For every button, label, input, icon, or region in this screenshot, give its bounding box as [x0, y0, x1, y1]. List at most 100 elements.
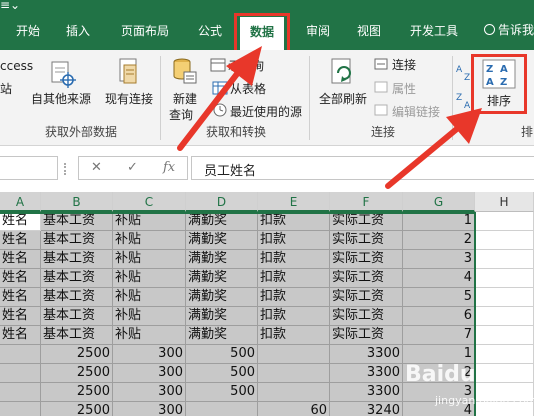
cell-f-1[interactable]: 实际工资: [330, 212, 403, 231]
cell-d-8[interactable]: 500: [186, 345, 258, 364]
cell-b-6[interactable]: 基本工资: [41, 307, 113, 326]
properties-button[interactable]: 属性: [392, 80, 416, 97]
recent-sources-button[interactable]: 最近使用的源: [230, 103, 302, 120]
tab-view[interactable]: 视图: [357, 22, 381, 39]
cell-a-5[interactable]: 姓名: [0, 288, 41, 307]
cell-b-7[interactable]: 基本工资: [41, 326, 113, 345]
cell-c-8[interactable]: 300: [113, 345, 186, 364]
cell-d-5[interactable]: 满勤奖: [186, 288, 258, 307]
cell-g-6[interactable]: 6: [403, 307, 475, 326]
cell-h-6[interactable]: [475, 307, 534, 326]
new-query-button[interactable]: 新建: [173, 90, 197, 107]
tab-developer[interactable]: 开发工具: [410, 22, 458, 39]
cell-h-3[interactable]: [475, 250, 534, 269]
cell-d-7[interactable]: 满勤奖: [186, 326, 258, 345]
cell-b-1[interactable]: 基本工资: [41, 212, 113, 231]
cell-d-10[interactable]: 500: [186, 383, 258, 402]
edit-links-button[interactable]: 编辑链接: [392, 103, 440, 120]
name-box[interactable]: [0, 156, 58, 180]
insert-function-icon[interactable]: fx: [163, 160, 175, 175]
cell-g-7[interactable]: 7: [403, 326, 475, 345]
cancel-icon[interactable]: ✕: [91, 160, 102, 175]
column-header-h[interactable]: H: [475, 192, 534, 212]
tab-formulas[interactable]: 公式: [198, 22, 222, 39]
column-header-a[interactable]: A: [0, 192, 41, 212]
cell-f-11[interactable]: 3240: [330, 402, 403, 416]
cell-a-9[interactable]: [0, 364, 41, 383]
cell-g-5[interactable]: 5: [403, 288, 475, 307]
cell-e-2[interactable]: 扣款: [258, 231, 330, 250]
cell-b-5[interactable]: 基本工资: [41, 288, 113, 307]
column-header-d[interactable]: D: [186, 192, 258, 212]
cell-c-1[interactable]: 补贴: [113, 212, 186, 231]
tab-page-layout[interactable]: 页面布局: [121, 22, 169, 39]
cell-c-11[interactable]: 300: [113, 402, 186, 416]
cell-e-11[interactable]: 60: [258, 402, 330, 416]
cell-f-7[interactable]: 实际工资: [330, 326, 403, 345]
cell-d-3[interactable]: 满勤奖: [186, 250, 258, 269]
cell-a-7[interactable]: 姓名: [0, 326, 41, 345]
cell-c-7[interactable]: 补贴: [113, 326, 186, 345]
cell-b-10[interactable]: 2500: [41, 383, 113, 402]
cell-d-4[interactable]: 满勤奖: [186, 269, 258, 288]
cell-e-3[interactable]: 扣款: [258, 250, 330, 269]
tab-review[interactable]: 审阅: [306, 22, 330, 39]
cell-d-9[interactable]: 500: [186, 364, 258, 383]
cell-d-11[interactable]: [186, 402, 258, 416]
cell-e-9[interactable]: [258, 364, 330, 383]
other-sources-button[interactable]: 自其他来源: [31, 90, 91, 107]
formula-input[interactable]: 员工姓名: [191, 156, 534, 180]
column-header-b[interactable]: B: [41, 192, 113, 212]
show-queries-button[interactable]: 示查询: [228, 57, 264, 74]
tab-insert[interactable]: 插入: [66, 22, 90, 39]
formula-bar-grip[interactable]: [64, 163, 68, 175]
cell-a-3[interactable]: 姓名: [0, 250, 41, 269]
cell-h-5[interactable]: [475, 288, 534, 307]
cell-c-9[interactable]: 300: [113, 364, 186, 383]
cell-c-5[interactable]: 补贴: [113, 288, 186, 307]
column-header-e[interactable]: E: [258, 192, 330, 212]
cell-f-6[interactable]: 实际工资: [330, 307, 403, 326]
cell-f-10[interactable]: 3300: [330, 383, 403, 402]
quick-access-toolbar-icon[interactable]: ≡⌄: [0, 0, 20, 12]
column-header-g[interactable]: G: [403, 192, 475, 212]
cell-a-2[interactable]: 姓名: [0, 231, 41, 250]
cell-c-3[interactable]: 补贴: [113, 250, 186, 269]
cell-a-8[interactable]: [0, 345, 41, 364]
cell-a-11[interactable]: [0, 402, 41, 416]
cell-a-6[interactable]: 姓名: [0, 307, 41, 326]
cell-g-3[interactable]: 3: [403, 250, 475, 269]
web-button-partial[interactable]: 站: [0, 80, 12, 97]
cell-c-4[interactable]: 补贴: [113, 269, 186, 288]
refresh-all-button[interactable]: 全部刷新: [319, 90, 367, 107]
existing-connections-button[interactable]: 现有连接: [105, 90, 153, 107]
cell-a-1[interactable]: 姓名: [0, 212, 41, 231]
cell-b-3[interactable]: 基本工资: [41, 250, 113, 269]
cell-b-11[interactable]: 2500: [41, 402, 113, 416]
cell-b-2[interactable]: 基本工资: [41, 231, 113, 250]
cell-h-1[interactable]: [475, 212, 534, 231]
cell-e-1[interactable]: 扣款: [258, 212, 330, 231]
cell-c-10[interactable]: 300: [113, 383, 186, 402]
access-button-partial[interactable]: ccess: [0, 59, 33, 73]
tell-me-search[interactable]: 告诉我: [484, 21, 534, 38]
cell-a-10[interactable]: [0, 383, 41, 402]
cell-e-4[interactable]: 扣款: [258, 269, 330, 288]
cell-g-1[interactable]: 1: [403, 212, 475, 231]
cell-e-5[interactable]: 扣款: [258, 288, 330, 307]
cell-f-2[interactable]: 实际工资: [330, 231, 403, 250]
cell-g-4[interactable]: 4: [403, 269, 475, 288]
cell-b-9[interactable]: 2500: [41, 364, 113, 383]
cell-f-9[interactable]: 3300: [330, 364, 403, 383]
cell-b-8[interactable]: 2500: [41, 345, 113, 364]
cell-c-6[interactable]: 补贴: [113, 307, 186, 326]
cell-e-6[interactable]: 扣款: [258, 307, 330, 326]
column-header-c[interactable]: C: [113, 192, 186, 212]
cell-h-4[interactable]: [475, 269, 534, 288]
cell-f-5[interactable]: 实际工资: [330, 288, 403, 307]
cell-d-2[interactable]: 满勤奖: [186, 231, 258, 250]
cell-b-4[interactable]: 基本工资: [41, 269, 113, 288]
cell-g-2[interactable]: 2: [403, 231, 475, 250]
cell-f-4[interactable]: 实际工资: [330, 269, 403, 288]
cell-f-3[interactable]: 实际工资: [330, 250, 403, 269]
